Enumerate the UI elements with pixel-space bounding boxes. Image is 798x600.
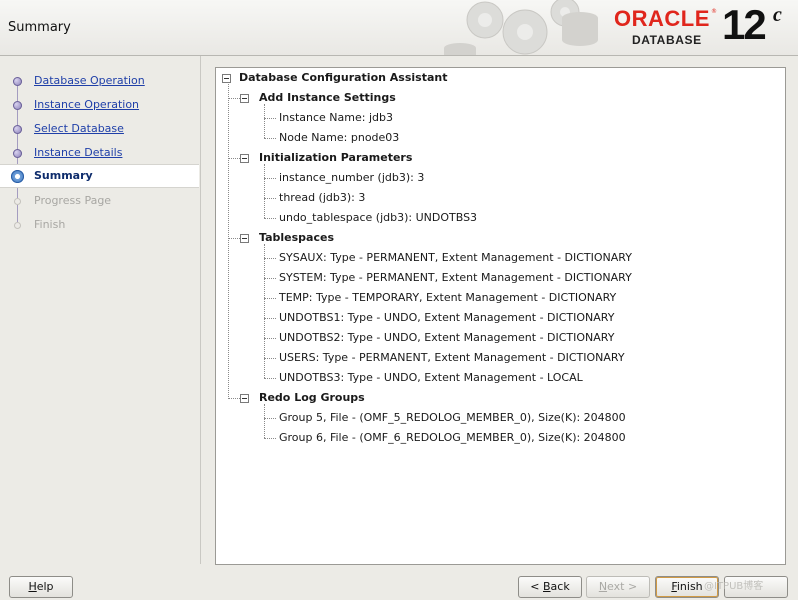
tree-leaf[interactable]: Group 6, File - (OMF_6_REDOLOG_MEMBER_0)… bbox=[279, 429, 626, 447]
tree-leaf[interactable]: TEMP: Type - TEMPORARY, Extent Managemen… bbox=[279, 289, 616, 307]
watermark-text: @ITPUB博客 bbox=[704, 581, 764, 592]
step-summary: Summary bbox=[0, 164, 199, 188]
oracle-product-label: DATABASE bbox=[632, 33, 702, 47]
step-pending-icon bbox=[14, 198, 21, 205]
tree-connector bbox=[264, 298, 276, 299]
tree-connector bbox=[264, 438, 276, 439]
next-mnemonic: N bbox=[598, 580, 608, 593]
step-done-icon bbox=[13, 77, 22, 86]
tree-connector bbox=[264, 258, 276, 259]
version-number: 12 bbox=[722, 1, 767, 48]
tree-section-label[interactable]: Tablespaces bbox=[259, 229, 334, 247]
collapse-toggle-icon[interactable] bbox=[240, 94, 249, 103]
tree-connector bbox=[264, 178, 276, 179]
step-navigation: Database Operation Instance Operation Se… bbox=[0, 56, 201, 564]
tree-connector bbox=[264, 198, 276, 199]
tree-connector bbox=[264, 164, 265, 218]
tree-leaf[interactable]: SYSAUX: Type - PERMANENT, Extent Managem… bbox=[279, 249, 632, 267]
page-title: Summary bbox=[8, 20, 71, 35]
registered-mark-icon: ® bbox=[711, 8, 717, 15]
help-button[interactable]: Help bbox=[9, 576, 73, 598]
step-instance-operation[interactable]: Instance Operation bbox=[0, 94, 199, 116]
step-instance-details[interactable]: Instance Details bbox=[0, 142, 199, 164]
tree-leaf[interactable]: Group 5, File - (OMF_5_REDOLOG_MEMBER_0)… bbox=[279, 409, 626, 427]
tree-section-label[interactable]: Add Instance Settings bbox=[259, 89, 396, 107]
step-label[interactable]: Select Database bbox=[34, 122, 124, 135]
step-select-database[interactable]: Select Database bbox=[0, 118, 199, 140]
tree-leaf[interactable]: Node Name: pnode03 bbox=[279, 129, 399, 147]
step-progress-page: Progress Page bbox=[0, 190, 199, 212]
step-label: Finish bbox=[34, 218, 66, 231]
tree-root-label[interactable]: Database Configuration Assistant bbox=[239, 69, 447, 87]
step-current-icon bbox=[11, 170, 24, 183]
next-button[interactable]: Next > bbox=[586, 576, 650, 598]
tree-connector bbox=[264, 358, 276, 359]
version-suffix: c bbox=[773, 4, 782, 26]
step-done-icon bbox=[13, 125, 22, 134]
step-label: Summary bbox=[34, 169, 93, 182]
tree-leaf[interactable]: thread (jdb3): 3 bbox=[279, 189, 365, 207]
tree-leaf[interactable]: SYSTEM: Type - PERMANENT, Extent Managem… bbox=[279, 269, 632, 287]
tree-leaf[interactable]: UNDOTBS1: Type - UNDO, Extent Management… bbox=[279, 309, 614, 327]
tree-connector bbox=[264, 118, 276, 119]
tree-leaf[interactable]: Instance Name: jdb3 bbox=[279, 109, 393, 127]
next-label: ext > bbox=[607, 580, 638, 593]
header-bar: Summary ORACLE ® DATABASE 12 c bbox=[0, 0, 798, 56]
collapse-toggle-icon[interactable] bbox=[240, 234, 249, 243]
tree-leaf[interactable]: USERS: Type - PERMANENT, Extent Manageme… bbox=[279, 349, 625, 367]
help-mnemonic: H bbox=[28, 580, 37, 593]
tree-connector bbox=[264, 318, 276, 319]
gears-graphic-icon bbox=[444, 0, 598, 55]
tree-connector bbox=[264, 378, 276, 379]
step-pending-icon bbox=[14, 222, 21, 229]
tree-section-label[interactable]: Initialization Parameters bbox=[259, 149, 412, 167]
help-label: elp bbox=[36, 580, 54, 593]
back-button[interactable]: < Back bbox=[518, 576, 582, 598]
tree-leaf[interactable]: instance_number (jdb3): 3 bbox=[279, 169, 424, 187]
step-label[interactable]: Instance Details bbox=[34, 146, 122, 159]
back-mnemonic: B bbox=[543, 580, 551, 593]
oracle-logo: ORACLE bbox=[614, 6, 710, 31]
collapse-toggle-icon[interactable] bbox=[240, 394, 249, 403]
tree-leaf[interactable]: undo_tablespace (jdb3): UNDOTBS3 bbox=[279, 209, 477, 227]
step-finish: Finish bbox=[0, 214, 199, 236]
tree-leaf[interactable]: UNDOTBS3: Type - UNDO, Extent Management… bbox=[279, 369, 583, 387]
tree-connector bbox=[264, 278, 276, 279]
tree-connector bbox=[264, 338, 276, 339]
tree-leaf[interactable]: UNDOTBS2: Type - UNDO, Extent Management… bbox=[279, 329, 614, 347]
tree-connector bbox=[264, 418, 276, 419]
tree-connector bbox=[264, 138, 276, 139]
step-database-operation[interactable]: Database Operation bbox=[0, 70, 199, 92]
finish-label: inish bbox=[676, 580, 703, 593]
tree-connector bbox=[228, 84, 229, 399]
step-label[interactable]: Database Operation bbox=[34, 74, 145, 87]
back-label: ack bbox=[550, 580, 570, 593]
step-done-icon bbox=[13, 101, 22, 110]
step-label: Progress Page bbox=[34, 194, 112, 207]
tree-connector bbox=[264, 104, 265, 138]
collapse-toggle-icon[interactable] bbox=[222, 74, 231, 83]
tree-connector bbox=[264, 218, 276, 219]
tree-connector bbox=[264, 404, 265, 438]
tree-section-label[interactable]: Redo Log Groups bbox=[259, 389, 365, 407]
collapse-toggle-icon[interactable] bbox=[240, 154, 249, 163]
step-label[interactable]: Instance Operation bbox=[34, 98, 139, 111]
back-prefix: < bbox=[530, 580, 543, 593]
step-done-icon bbox=[13, 149, 22, 158]
summary-tree-panel[interactable]: Database Configuration Assistant Add Ins… bbox=[215, 67, 786, 565]
